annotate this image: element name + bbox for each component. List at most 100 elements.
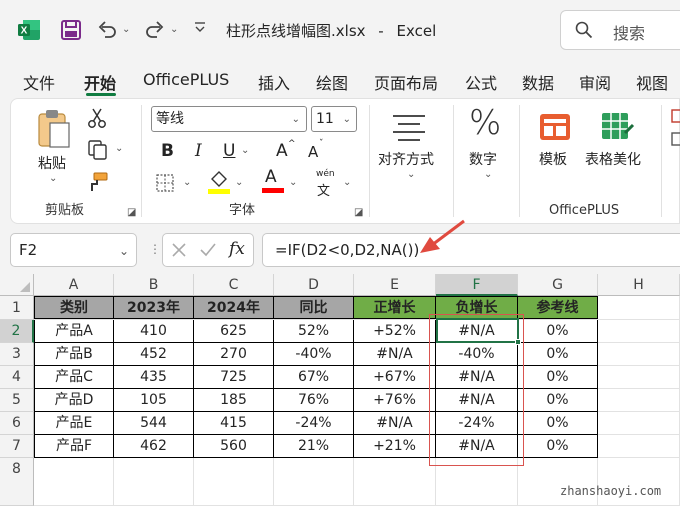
table-cell[interactable]: 产品D	[34, 389, 114, 412]
table-cell[interactable]: #N/A	[354, 343, 436, 366]
table-cell[interactable]: 0%	[518, 343, 598, 366]
column-header-a[interactable]: A	[34, 274, 114, 296]
table-cell[interactable]: 67%	[274, 366, 354, 389]
table-cell[interactable]: 462	[114, 435, 194, 458]
table-header-cell[interactable]: 参考线	[518, 296, 598, 319]
cancel-icon[interactable]	[171, 242, 187, 262]
table-cell[interactable]: 410	[114, 320, 194, 343]
table-cell[interactable]: 625	[194, 320, 274, 343]
table-cell[interactable]: 产品F	[34, 435, 114, 458]
table-cell[interactable]: 270	[194, 343, 274, 366]
table-cell[interactable]: +76%	[354, 389, 436, 412]
row-header-7[interactable]: 7	[0, 435, 34, 458]
table-cell[interactable]: 0%	[518, 320, 598, 343]
table-cell[interactable]: 725	[194, 366, 274, 389]
row-header-8[interactable]: 8	[0, 458, 34, 506]
column-header-d[interactable]: D	[274, 274, 354, 296]
borders-dropdown-icon[interactable]: ⌄	[183, 177, 191, 188]
table-cell[interactable]: -24%	[274, 412, 354, 435]
table-cell[interactable]: 76%	[274, 389, 354, 412]
table-cell[interactable]: 185	[194, 389, 274, 412]
tab-view[interactable]: 视图	[636, 70, 668, 94]
font-color-button[interactable]: A	[261, 167, 285, 195]
select-all-corner[interactable]	[0, 274, 34, 296]
column-header-c[interactable]: C	[194, 274, 274, 296]
fill-color-icon[interactable]	[207, 169, 231, 199]
phonetic-guide-button[interactable]: wén 文	[314, 169, 336, 199]
table-cell[interactable]: 52%	[274, 320, 354, 343]
italic-button[interactable]: I	[195, 141, 202, 161]
name-box[interactable]: F2 ⌄	[10, 233, 137, 267]
column-header-b[interactable]: B	[114, 274, 194, 296]
table-cell[interactable]: 产品C	[34, 366, 114, 389]
paste-button[interactable]: 粘贴 ⌄	[35, 109, 75, 187]
table-header-cell[interactable]: 2024年	[194, 296, 274, 319]
table-cell[interactable]: 105	[114, 389, 194, 412]
table-cell[interactable]: 0%	[518, 366, 598, 389]
column-header-h[interactable]: H	[598, 274, 680, 296]
table-cell[interactable]: 产品B	[34, 343, 114, 366]
redo-icon[interactable]	[144, 19, 166, 41]
table-cell[interactable]: 0%	[518, 389, 598, 412]
enter-icon[interactable]	[199, 242, 217, 262]
table-header-cell[interactable]: 正增长	[354, 296, 436, 319]
table-cell[interactable]: 21%	[274, 435, 354, 458]
row-header-6[interactable]: 6	[0, 412, 34, 435]
clipboard-launcher-icon[interactable]: ◪	[127, 207, 136, 218]
copy-dropdown-icon[interactable]: ⌄	[115, 143, 123, 154]
underline-button[interactable]: U	[223, 141, 235, 161]
font-name-dropdown[interactable]: 等线 ⌄	[151, 106, 307, 132]
row-header-4[interactable]: 4	[0, 366, 34, 389]
table-cell[interactable]: 产品E	[34, 412, 114, 435]
number-format-button[interactable]: % 数字 ⌄	[463, 103, 513, 193]
table-cell[interactable]: 452	[114, 343, 194, 366]
row-header-1[interactable]: 1	[0, 296, 34, 320]
table-cell[interactable]: 0%	[518, 412, 598, 435]
cut-icon[interactable]	[87, 107, 107, 133]
table-cell[interactable]: 415	[194, 412, 274, 435]
formula-input[interactable]: =IF(D2<0,D2,NA())	[262, 233, 680, 267]
tab-draw[interactable]: 绘图	[316, 70, 348, 94]
search-box[interactable]: 搜索	[560, 10, 680, 50]
font-launcher-icon[interactable]: ◪	[354, 207, 363, 218]
table-cell[interactable]: 产品A	[34, 320, 114, 343]
bold-button[interactable]: B	[161, 141, 174, 161]
table-header-cell[interactable]: 同比	[274, 296, 354, 319]
fill-color-dropdown-icon[interactable]: ⌄	[235, 177, 243, 188]
save-icon[interactable]	[60, 19, 82, 41]
tab-page-layout[interactable]: 页面布局	[374, 70, 438, 94]
underline-dropdown-icon[interactable]: ⌄	[241, 145, 249, 156]
tab-home[interactable]: 开始	[84, 70, 116, 94]
format-painter-icon[interactable]	[87, 171, 109, 197]
table-cell[interactable]: +67%	[354, 366, 436, 389]
row-header-5[interactable]: 5	[0, 389, 34, 412]
tab-data[interactable]: 数据	[522, 70, 554, 94]
table-cell[interactable]: 560	[194, 435, 274, 458]
insert-function-button[interactable]: fx	[229, 239, 245, 259]
table-cell[interactable]: +21%	[354, 435, 436, 458]
drag-handle-icon[interactable]: ⋮	[149, 242, 161, 256]
column-header-f[interactable]: F	[436, 274, 518, 296]
redo-dropdown-icon[interactable]: ⌄	[170, 24, 178, 35]
undo-dropdown-icon[interactable]: ⌄	[122, 24, 130, 35]
tab-review[interactable]: 审阅	[579, 70, 611, 94]
column-header-g[interactable]: G	[518, 274, 598, 296]
more-tools-icon[interactable]	[671, 109, 680, 153]
undo-icon[interactable]	[96, 19, 118, 41]
table-header-cell[interactable]: 2023年	[114, 296, 194, 319]
table-beautify-button[interactable]: 表格美化	[583, 111, 653, 171]
font-color-dropdown-icon[interactable]: ⌄	[289, 177, 297, 188]
table-cell[interactable]: +52%	[354, 320, 436, 343]
table-header-cell[interactable]: 类别	[34, 296, 114, 319]
table-cell[interactable]: 544	[114, 412, 194, 435]
copy-icon[interactable]	[87, 139, 109, 165]
phonetic-dropdown-icon[interactable]: ⌄	[343, 177, 351, 188]
table-cell[interactable]: 0%	[518, 435, 598, 458]
font-size-dropdown[interactable]: 11 ⌄	[311, 106, 357, 132]
customize-toolbar-icon[interactable]	[194, 20, 206, 38]
template-button[interactable]: 模板	[533, 111, 577, 171]
table-cell[interactable]: -40%	[274, 343, 354, 366]
table-cell[interactable]: 435	[114, 366, 194, 389]
grow-font-button[interactable]: A	[276, 141, 288, 161]
table-cell[interactable]: #N/A	[354, 412, 436, 435]
